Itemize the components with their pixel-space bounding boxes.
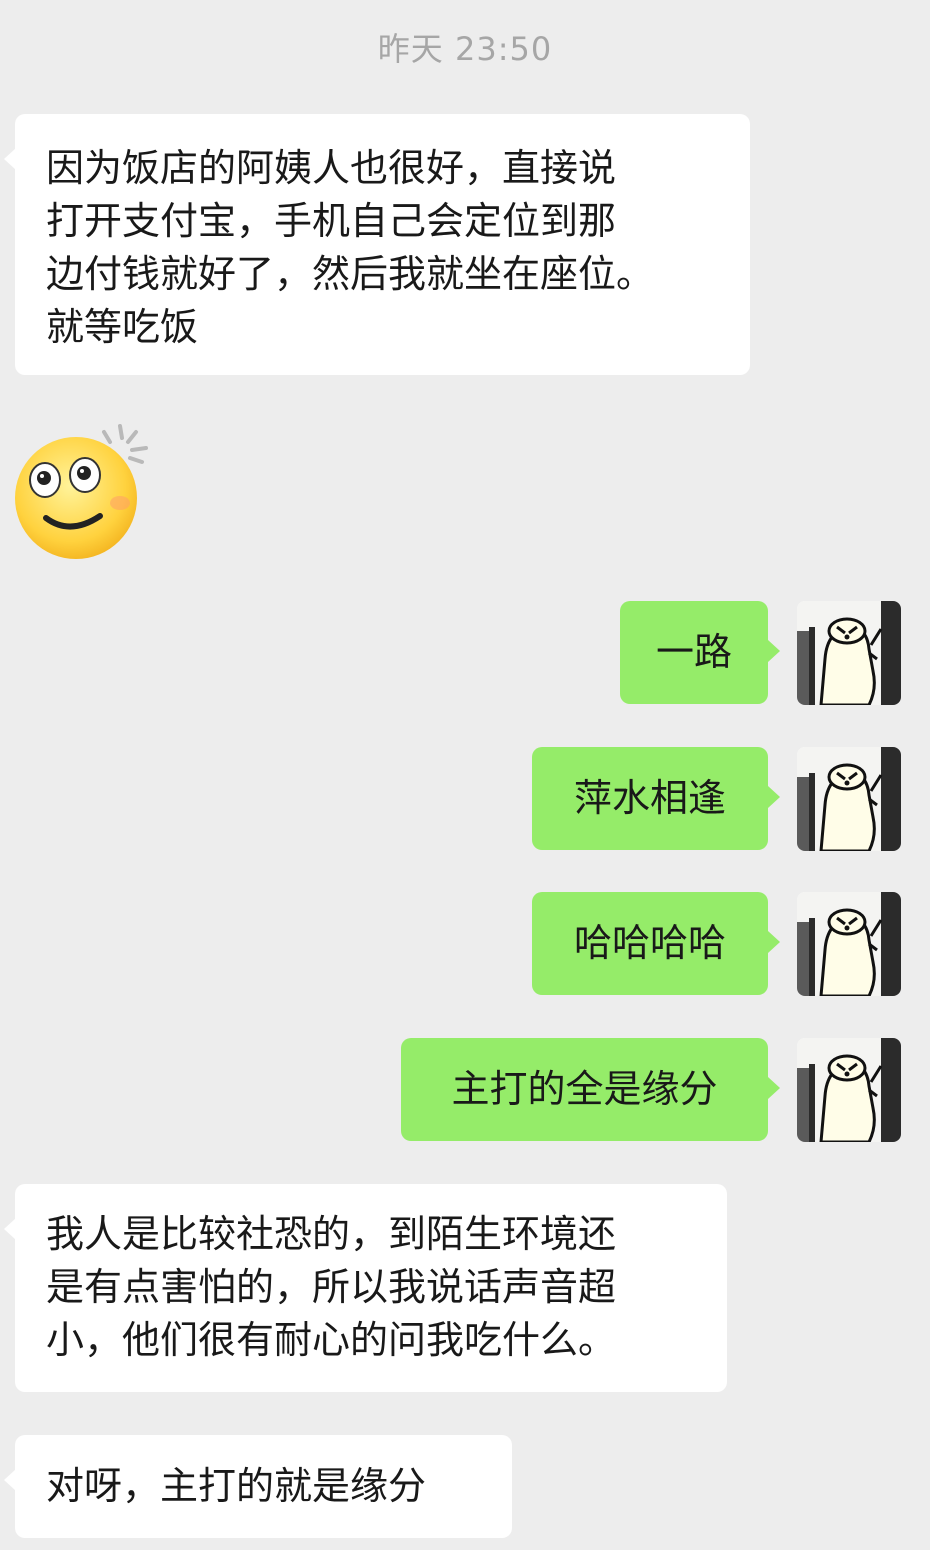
message-text-line: 边付钱就好了，然后我就坐在座位。 bbox=[46, 252, 655, 296]
outgoing-message-bubble[interactable]: 一路 bbox=[620, 601, 780, 704]
message-text: 一路 bbox=[655, 630, 732, 674]
message-text: 对呀，主打的就是缘分 bbox=[46, 1464, 427, 1508]
message-text-line: 小，他们很有耐心的问我吃什么。 bbox=[46, 1318, 617, 1362]
outgoing-message-bubble[interactable]: 萍水相逢 bbox=[532, 747, 780, 850]
message-text-line: 我人是比较社恐的，到陌生环境还 bbox=[46, 1212, 617, 1256]
incoming-message-bubble[interactable]: 对呀，主打的就是缘分 bbox=[4, 1435, 512, 1538]
timestamp: 昨天 23:50 bbox=[377, 30, 553, 68]
bear-avatar-icon[interactable] bbox=[797, 892, 901, 996]
message-text-line: 打开支付宝，手机自己会定位到那 bbox=[46, 199, 617, 243]
message-text: 主打的全是缘分 bbox=[451, 1067, 718, 1111]
incoming-message-bubble[interactable]: 因为饭店的阿姨人也很好，直接说 打开支付宝，手机自己会定位到那 边付钱就好了，然… bbox=[4, 114, 750, 375]
outgoing-message-bubble[interactable]: 哈哈哈哈 bbox=[532, 892, 780, 995]
incoming-message-bubble[interactable]: 我人是比较社恐的，到陌生环境还 是有点害怕的，所以我说话声音超 小，他们很有耐心… bbox=[4, 1184, 727, 1392]
bear-avatar-icon[interactable] bbox=[797, 601, 901, 705]
message-text-line: 因为饭店的阿姨人也很好，直接说 bbox=[46, 146, 617, 190]
dizzy-smile-emoji-icon[interactable] bbox=[12, 418, 152, 562]
message-text: 哈哈哈哈 bbox=[573, 921, 726, 965]
outgoing-message-bubble[interactable]: 主打的全是缘分 bbox=[401, 1038, 780, 1141]
bear-avatar-icon[interactable] bbox=[797, 1038, 901, 1142]
message-text-line: 是有点害怕的，所以我说话声音超 bbox=[46, 1265, 617, 1309]
message-text-line: 就等吃饭 bbox=[46, 305, 199, 349]
message-text: 萍水相逢 bbox=[573, 776, 726, 820]
bear-avatar-icon[interactable] bbox=[797, 747, 901, 851]
